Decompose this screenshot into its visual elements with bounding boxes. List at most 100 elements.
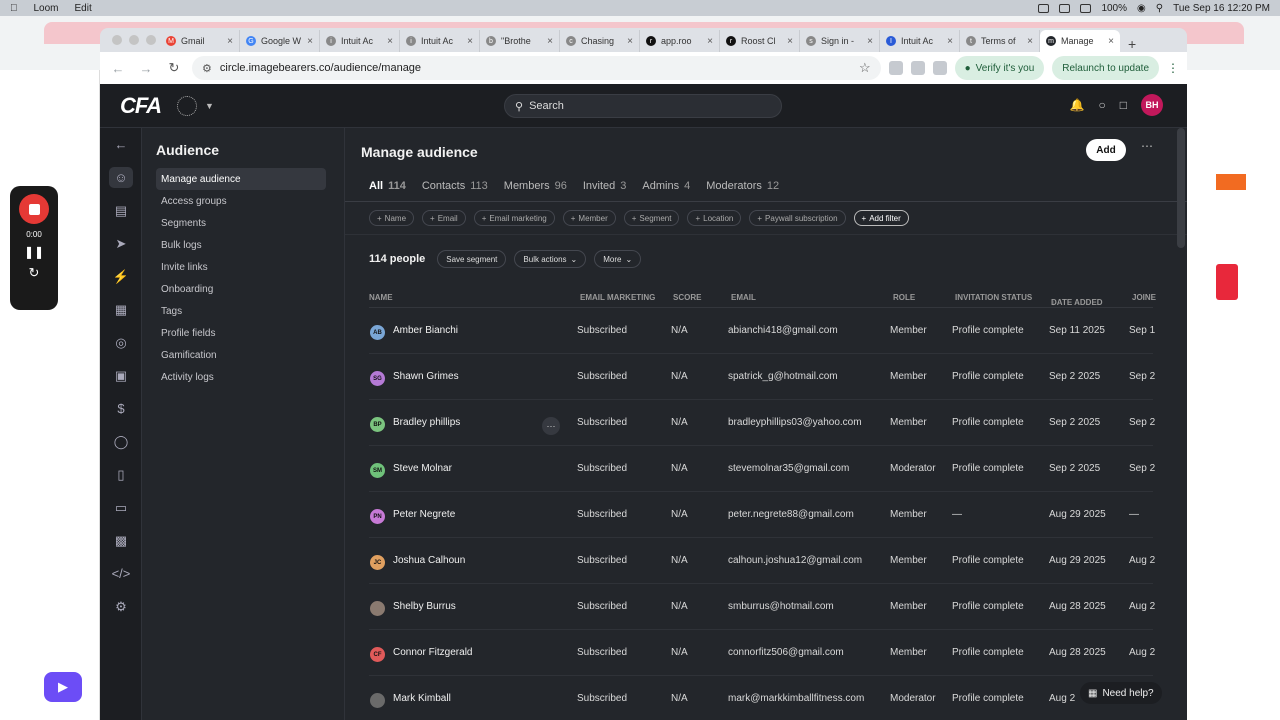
table-row[interactable]: JC Joshua Calhoun Subscribed N/A calhoun…: [369, 538, 1155, 584]
column-header-joined[interactable]: JOINE: [1132, 293, 1156, 302]
mobile-app-icon[interactable]: ▯: [100, 458, 142, 491]
close-tab-icon[interactable]: ×: [1027, 36, 1033, 47]
stop-recording-button[interactable]: [19, 194, 49, 224]
content-document-icon[interactable]: ▤: [100, 194, 142, 227]
table-row[interactable]: Mark Kimball Subscribed N/A mark@markkim…: [369, 676, 1153, 720]
cell-name[interactable]: Steve Molnar: [393, 463, 452, 474]
tab-contacts[interactable]: Contacts 113: [422, 180, 488, 192]
subnav-item-manage-audience[interactable]: Manage audience: [156, 168, 326, 190]
back-arrow-icon[interactable]: ←: [100, 128, 142, 161]
close-tab-icon[interactable]: ×: [707, 36, 713, 47]
table-row[interactable]: AB Amber Bianchi Subscribed N/A abianchi…: [369, 308, 1155, 354]
extension-icon[interactable]: [888, 61, 903, 75]
developers-code-icon[interactable]: </>: [100, 557, 142, 590]
tab-invited[interactable]: Invited 3: [583, 180, 627, 192]
column-header-role[interactable]: ROLE: [893, 293, 915, 302]
browser-tab[interactable]: r app.roo ×: [640, 30, 720, 52]
subnav-item-gamification[interactable]: Gamification: [156, 344, 326, 366]
column-header-email-marketing[interactable]: EMAIL MARKETING: [580, 293, 655, 302]
add-filter-button[interactable]: + Add filter: [853, 210, 909, 226]
browser-tab[interactable]: i Intuit Ac ×: [400, 30, 480, 52]
workflows-bolt-icon[interactable]: ⚡: [100, 260, 142, 293]
filter-chip-name[interactable]: + Name: [369, 210, 415, 226]
reload-icon[interactable]: ↻: [164, 60, 184, 76]
sidebar-toggle-icon[interactable]: [932, 61, 947, 75]
subnav-item-invite-links[interactable]: Invite links: [156, 256, 326, 278]
site-settings-icon[interactable]: ⚙: [202, 62, 212, 75]
browser-tab[interactable]: i Intuit Ac ×: [320, 30, 400, 52]
column-header-score[interactable]: SCORE: [673, 293, 701, 302]
community-crest-icon[interactable]: [177, 95, 197, 116]
apple-icon[interactable]: : [10, 3, 18, 14]
search-input[interactable]: ⚲ Search: [504, 94, 782, 118]
close-tab-icon[interactable]: ×: [547, 36, 553, 47]
cell-name[interactable]: Shelby Burrus: [393, 601, 456, 612]
paywalls-dollar-icon[interactable]: $: [100, 392, 142, 425]
maximize-window-button[interactable]: [146, 35, 156, 45]
tab-moderators[interactable]: Moderators 12: [706, 180, 779, 192]
relaunch-update-button[interactable]: Relaunch to update: [1052, 56, 1159, 80]
bulk-actions-dropdown[interactable]: Bulk actions ⌄: [514, 250, 587, 268]
close-tab-icon[interactable]: ×: [627, 36, 633, 47]
user-avatar[interactable]: BH: [1141, 94, 1163, 116]
email-send-icon[interactable]: ➤: [100, 227, 142, 260]
browser-tab-active[interactable]: m Manage ×: [1040, 30, 1120, 52]
subnav-item-access-groups[interactable]: Access groups: [156, 190, 326, 212]
notifications-bell-icon[interactable]: 🔔: [1070, 98, 1085, 112]
subnav-item-onboarding[interactable]: Onboarding: [156, 278, 326, 300]
filter-chip-segment[interactable]: + Segment: [623, 210, 680, 226]
menu-edit[interactable]: Edit: [75, 3, 92, 14]
subnav-item-segments[interactable]: Segments: [156, 212, 326, 234]
column-header-invitation-status[interactable]: INVITATION STATUS: [955, 293, 1032, 302]
cell-name[interactable]: Shawn Grimes: [393, 371, 459, 382]
close-window-button[interactable]: [112, 35, 122, 45]
browser-menu-icon[interactable]: ⋮: [1167, 61, 1179, 75]
community-logo[interactable]: CFA: [120, 93, 162, 119]
subnav-item-bulk-logs[interactable]: Bulk logs: [156, 234, 326, 256]
table-row[interactable]: PN Peter Negrete Subscribed N/A peter.ne…: [369, 492, 1153, 538]
add-button[interactable]: Add: [1086, 139, 1126, 161]
filter-chip-email[interactable]: + Email: [422, 210, 466, 226]
close-tab-icon[interactable]: ×: [387, 36, 393, 47]
search-icon[interactable]: ⚲: [1156, 3, 1163, 14]
browser-tab[interactable]: G Google W ×: [240, 30, 320, 52]
close-tab-icon[interactable]: ×: [947, 36, 953, 47]
scrollbar[interactable]: [1177, 128, 1185, 248]
tray-icon[interactable]: [1038, 3, 1050, 13]
cell-name[interactable]: Joshua Calhoun: [393, 555, 465, 566]
browser-tab[interactable]: M Gmail ×: [160, 30, 240, 52]
extensions-puzzle-icon[interactable]: [910, 61, 925, 75]
billing-card-icon[interactable]: ▭: [100, 491, 142, 524]
minimize-window-button[interactable]: [129, 35, 139, 45]
audience-users-icon[interactable]: ☺: [100, 161, 142, 194]
menu-app[interactable]: Loom: [34, 3, 59, 14]
filter-chip-location[interactable]: + Location: [687, 210, 742, 226]
tray-icon[interactable]: [1059, 3, 1071, 13]
tray-icon[interactable]: [1080, 3, 1092, 13]
table-row[interactable]: BP Bradley phillips ⋯ Subscribed N/A bra…: [369, 400, 1155, 446]
column-header-email[interactable]: EMAIL: [731, 293, 756, 302]
cell-name[interactable]: Peter Negrete: [393, 509, 455, 520]
browser-tab[interactable]: c Chasing ×: [560, 30, 640, 52]
table-row[interactable]: SM Steve Molnar Subscribed N/A stevemoln…: [369, 446, 1155, 492]
cell-name[interactable]: Bradley phillips: [393, 417, 460, 428]
row-actions-icon[interactable]: ⋯: [542, 417, 560, 435]
wifi-icon[interactable]: ◉: [1137, 3, 1146, 14]
verify-profile-button[interactable]: ● Verify it's you: [954, 56, 1045, 80]
back-icon[interactable]: ←: [108, 61, 128, 76]
settings-gear-icon[interactable]: ⚙: [100, 590, 142, 623]
cell-name[interactable]: Mark Kimball: [393, 693, 451, 704]
close-tab-icon[interactable]: ×: [1108, 36, 1114, 47]
need-help-button[interactable]: ▦ Need help?: [1080, 682, 1162, 704]
browser-tab[interactable]: I Intuit Ac ×: [880, 30, 960, 52]
subnav-item-profile-fields[interactable]: Profile fields: [156, 322, 326, 344]
subnav-item-tags[interactable]: Tags: [156, 300, 326, 322]
close-tab-icon[interactable]: ×: [787, 36, 793, 47]
cell-name[interactable]: Connor Fitzgerald: [393, 647, 472, 658]
forward-icon[interactable]: →: [136, 61, 156, 76]
inbox-icon[interactable]: ▣: [100, 359, 142, 392]
close-tab-icon[interactable]: ×: [867, 36, 873, 47]
close-tab-icon[interactable]: ×: [467, 36, 473, 47]
pause-icon[interactable]: ❚❚: [24, 245, 44, 259]
chevron-down-icon[interactable]: ▼: [205, 101, 214, 111]
